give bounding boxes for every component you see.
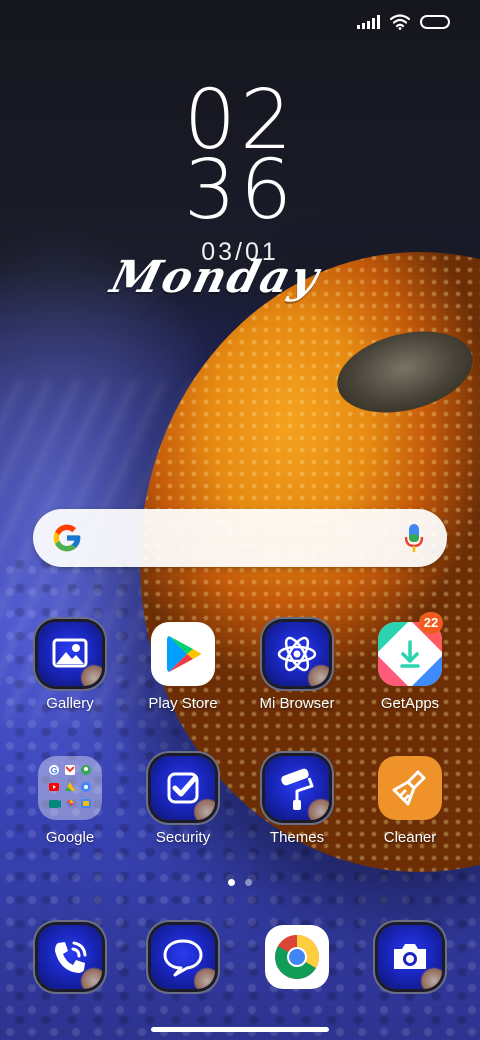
clock-minutes[interactable]: 36: [0, 150, 480, 232]
notification-badge: 22: [419, 612, 443, 634]
paint-roller-icon: [265, 756, 329, 820]
chrome-icon: [265, 925, 329, 989]
dock-messages[interactable]: [128, 925, 238, 989]
app-mi-browser[interactable]: Mi Browser: [242, 622, 352, 712]
page-indicator: [0, 879, 480, 886]
home-indicator[interactable]: [151, 1027, 329, 1032]
google-logo-icon: [53, 524, 81, 552]
app-label: Cleaner: [383, 829, 437, 846]
mic-icon[interactable]: [403, 522, 425, 554]
google-folder-icon: G: [38, 756, 102, 820]
camera-icon: [378, 925, 442, 989]
weekday-text: Monday: [105, 252, 326, 303]
checkmark-icon: [151, 756, 215, 820]
status-bar: [357, 13, 450, 31]
svg-text:G: G: [50, 766, 57, 776]
app-label: Themes: [269, 829, 325, 846]
app-label: Play Store: [148, 695, 218, 712]
wifi-icon: [390, 14, 410, 30]
app-label: Gallery: [46, 695, 94, 712]
atom-icon: [265, 622, 329, 686]
play-store-icon: [151, 622, 215, 686]
dock-camera[interactable]: [355, 925, 465, 989]
app-cleaner[interactable]: Cleaner: [355, 756, 465, 846]
app-label: Google: [45, 829, 95, 846]
app-themes[interactable]: Themes: [242, 756, 352, 846]
dock-phone[interactable]: [15, 925, 125, 989]
gallery-icon: [38, 622, 102, 686]
page-dot: [245, 879, 252, 886]
app-label: Security: [155, 829, 211, 846]
phone-icon: [38, 925, 102, 989]
signal-icon: [357, 15, 380, 29]
google-search-bar[interactable]: [33, 509, 447, 567]
app-play-store[interactable]: Play Store: [128, 622, 238, 712]
app-label: Mi Browser: [259, 695, 335, 712]
app-label: GetApps: [380, 695, 440, 712]
dock-chrome[interactable]: [242, 925, 352, 989]
page-dot-active: [228, 879, 235, 886]
message-icon: [151, 925, 215, 989]
app-gallery[interactable]: Gallery: [15, 622, 125, 712]
app-security[interactable]: Security: [128, 756, 238, 846]
app-getapps[interactable]: 22 GetApps: [355, 612, 465, 712]
broom-icon: [378, 756, 442, 820]
app-folder-google[interactable]: G Google: [15, 756, 125, 846]
battery-icon: [420, 15, 450, 29]
